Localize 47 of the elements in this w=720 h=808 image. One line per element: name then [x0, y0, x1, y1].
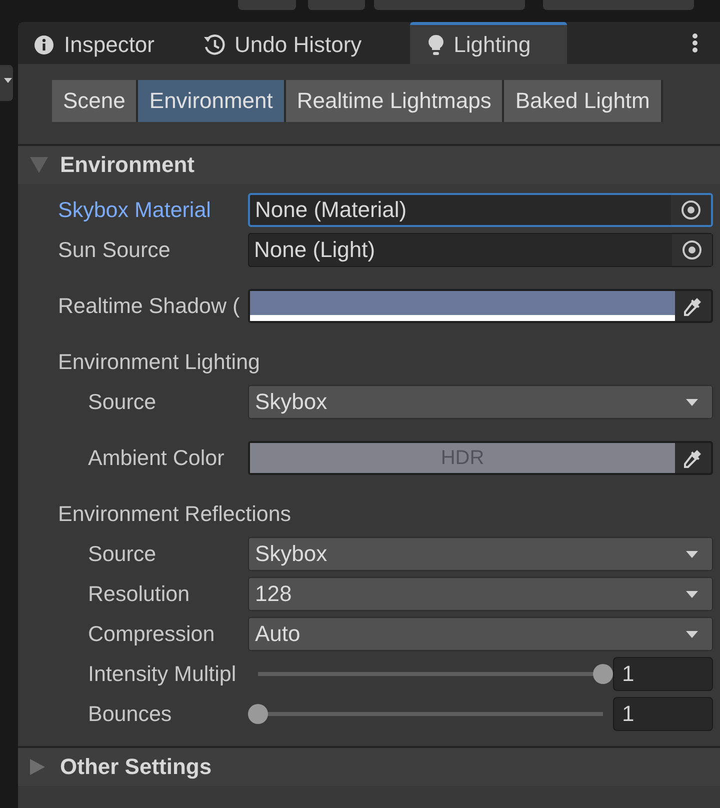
target-icon — [682, 240, 702, 260]
field-label: Sun Source — [57, 238, 172, 262]
object-field[interactable]: None (Material) — [248, 193, 713, 227]
field-label: Skybox Material — [57, 198, 212, 222]
toolbar-tab[interactable]: Environment — [138, 80, 286, 122]
eyedropper-icon[interactable] — [683, 296, 703, 316]
field-label: Resolution — [87, 582, 191, 606]
panel-tab[interactable]: Undo History — [202, 22, 382, 64]
field-label: Intensity Multipl — [87, 662, 238, 686]
dropdown[interactable]: Auto — [248, 617, 713, 651]
section-header[interactable]: Other Settings — [18, 748, 720, 786]
slider-thumb[interactable] — [248, 704, 268, 724]
field-label: Source — [87, 542, 158, 566]
dropdown[interactable]: 128 — [248, 577, 713, 611]
object-field[interactable]: None (Light) — [248, 233, 713, 267]
panel-tab[interactable]: Lighting — [410, 22, 567, 64]
side-dropdown[interactable] — [0, 65, 13, 101]
dropdown[interactable]: Skybox — [248, 385, 713, 419]
caret-icon — [686, 630, 698, 638]
color-swatch[interactable] — [250, 291, 675, 321]
caret-icon — [686, 398, 698, 406]
section-header[interactable]: Environment — [18, 146, 720, 184]
toolbar-tab[interactable]: Scene — [52, 80, 138, 122]
field-label: Environment Reflections — [57, 502, 292, 526]
lightbulb-icon — [428, 34, 444, 56]
more-icon[interactable] — [692, 33, 698, 53]
slider-thumb[interactable] — [593, 664, 613, 684]
field-label: Bounces — [87, 702, 173, 726]
caret-icon — [4, 78, 12, 83]
field-label: Compression — [87, 622, 216, 646]
history-icon — [202, 34, 224, 56]
field-label: Environment Lighting — [57, 350, 260, 374]
panel-tab[interactable]: Inspector — [34, 22, 174, 64]
target-icon — [681, 200, 701, 220]
info-icon — [34, 34, 54, 54]
number-field[interactable]: 1 — [613, 657, 713, 691]
field-label: Realtime Shadow ( — [57, 294, 241, 318]
disclosure-icon — [30, 157, 48, 173]
eyedropper-icon[interactable] — [683, 448, 703, 468]
field-label: Ambient Color — [87, 446, 226, 470]
caret-icon — [686, 550, 698, 558]
dropdown[interactable]: Skybox — [248, 537, 713, 571]
number-field[interactable]: 1 — [613, 697, 713, 731]
toolbar-tab[interactable]: Baked Lightm — [504, 80, 663, 122]
caret-icon — [686, 590, 698, 598]
field-label: Source — [87, 390, 158, 414]
toolbar-tab[interactable]: Realtime Lightmaps — [286, 80, 504, 122]
